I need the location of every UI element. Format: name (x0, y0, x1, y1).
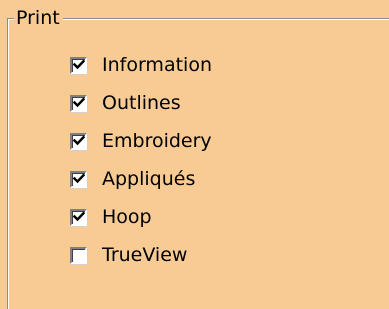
option-trueview[interactable]: TrueView (70, 236, 212, 274)
information-label: Information (102, 54, 212, 76)
option-outlines[interactable]: Outlines (70, 84, 212, 122)
embroidery-checkbox[interactable] (70, 132, 87, 150)
checkmark-icon (73, 211, 85, 221)
option-embroidery[interactable]: Embroidery (70, 122, 212, 160)
embroidery-label: Embroidery (102, 130, 212, 152)
hoop-label: Hoop (102, 206, 152, 228)
information-checkbox[interactable] (70, 56, 87, 74)
trueview-checkbox[interactable] (70, 246, 87, 264)
option-appliques[interactable]: Appliqués (70, 160, 212, 198)
trueview-label: TrueView (102, 244, 188, 266)
appliques-checkbox[interactable] (70, 170, 87, 188)
checkmark-icon (73, 135, 85, 145)
outlines-checkbox[interactable] (70, 94, 87, 112)
checkmark-icon (73, 173, 85, 183)
checkmark-icon (73, 97, 85, 107)
option-hoop[interactable]: Hoop (70, 198, 212, 236)
option-information[interactable]: Information (70, 46, 212, 84)
appliques-label: Appliqués (102, 168, 196, 190)
hoop-checkbox[interactable] (70, 208, 87, 226)
print-group-title: Print (14, 5, 63, 31)
checkmark-icon (73, 59, 85, 69)
outlines-label: Outlines (102, 92, 181, 114)
print-options-list: Information Outlines Embroidery Appliqué… (70, 46, 212, 274)
